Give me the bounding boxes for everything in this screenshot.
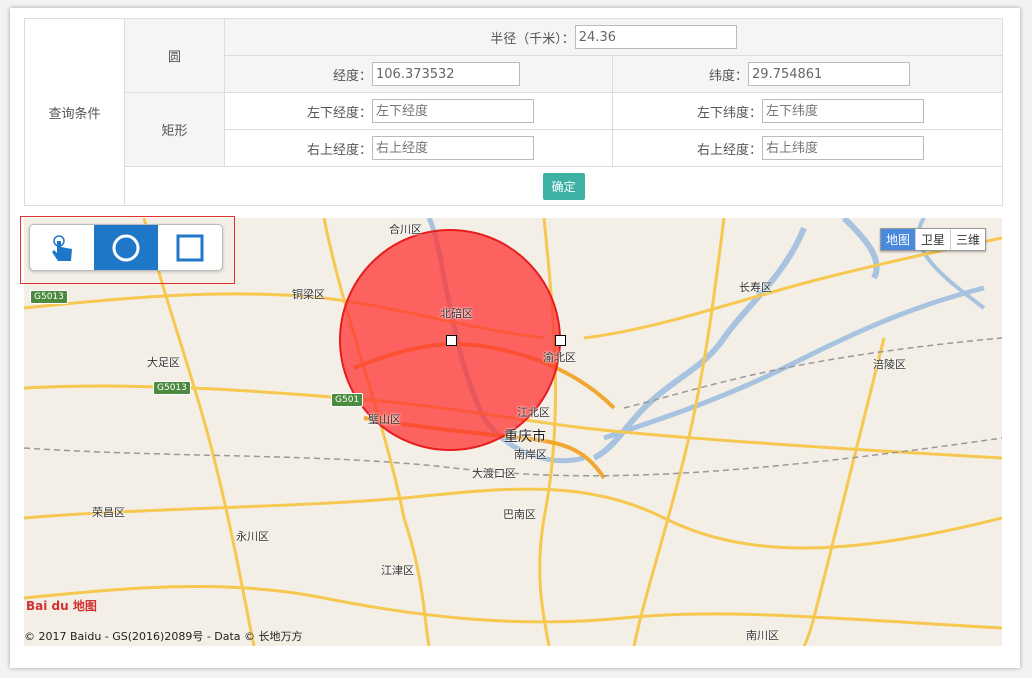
- map-label: 永川区: [236, 530, 269, 543]
- lat-input[interactable]: [748, 62, 911, 86]
- lat-label: 纬度：: [709, 68, 749, 84]
- rect-group-label: 矩形: [124, 92, 225, 167]
- map-label: 南岸区: [514, 448, 547, 461]
- tr-lng-input[interactable]: [372, 136, 534, 160]
- lng-label: 经度：: [332, 68, 372, 84]
- map-copyright: © 2017 Baidu - GS(2016)2089号 - Data © 长地…: [24, 630, 303, 643]
- circle-tool-icon[interactable]: [94, 225, 158, 270]
- map-label: 北碚区: [440, 307, 473, 320]
- map-label: 铜梁区: [292, 288, 325, 301]
- bl-lng-input[interactable]: [372, 99, 534, 123]
- highway-shield: G5013: [30, 290, 68, 304]
- map-label: 江北区: [517, 406, 550, 419]
- map-label: 长寿区: [739, 281, 772, 294]
- query-form: 查询条件 圆 半径（千米）： 经度： 纬度： 矩形 左下经度： 左下纬度： 右上…: [24, 18, 1004, 206]
- map-label: 大渡口区: [472, 467, 516, 480]
- confirm-button[interactable]: 确定: [542, 172, 585, 200]
- map-label: 合川区: [389, 223, 422, 236]
- map-label: 江津区: [381, 564, 414, 577]
- map-type-3d[interactable]: 三维: [950, 229, 985, 250]
- map-label: 荣昌区: [92, 506, 125, 519]
- circle-radius-handle[interactable]: [555, 335, 566, 346]
- radius-label: 半径（千米）：: [490, 31, 575, 47]
- baidu-logo: Bai du 地图: [26, 599, 97, 613]
- highway-shield: G501: [331, 393, 364, 407]
- tr-lng-label: 右上经度：: [306, 142, 372, 158]
- map-label: 涪陵区: [873, 358, 906, 371]
- map-type-satellite[interactable]: 卫星: [915, 229, 950, 250]
- hand-pointer-icon[interactable]: [30, 225, 94, 270]
- map-type-switch: 地图 卫星 三维: [880, 228, 987, 251]
- map-city-label: 重庆市: [504, 429, 546, 445]
- radius-input[interactable]: [574, 25, 737, 49]
- circle-center-handle[interactable]: [446, 335, 457, 346]
- map-type-map[interactable]: 地图: [881, 229, 916, 250]
- bl-lat-input[interactable]: [762, 99, 925, 123]
- map-label: 大足区: [147, 356, 180, 369]
- map-label: 巴南区: [503, 508, 536, 521]
- map-label: 南川区: [746, 629, 779, 642]
- map-label: 渝北区: [543, 351, 576, 364]
- tr-lat-label: 右上经度：: [697, 142, 763, 158]
- rectangle-tool-icon[interactable]: [158, 225, 222, 270]
- map-label: 璧山区: [368, 413, 401, 426]
- drawing-toolbar: [29, 224, 223, 271]
- query-section-label: 查询条件: [24, 18, 125, 206]
- bl-lng-label: 左下经度：: [306, 105, 372, 121]
- highway-shield: G5013: [153, 381, 191, 395]
- circle-group-label: 圆: [124, 18, 225, 93]
- bl-lat-label: 左下纬度：: [697, 105, 763, 121]
- tr-lat-input[interactable]: [762, 136, 925, 160]
- lng-input[interactable]: [372, 62, 520, 86]
